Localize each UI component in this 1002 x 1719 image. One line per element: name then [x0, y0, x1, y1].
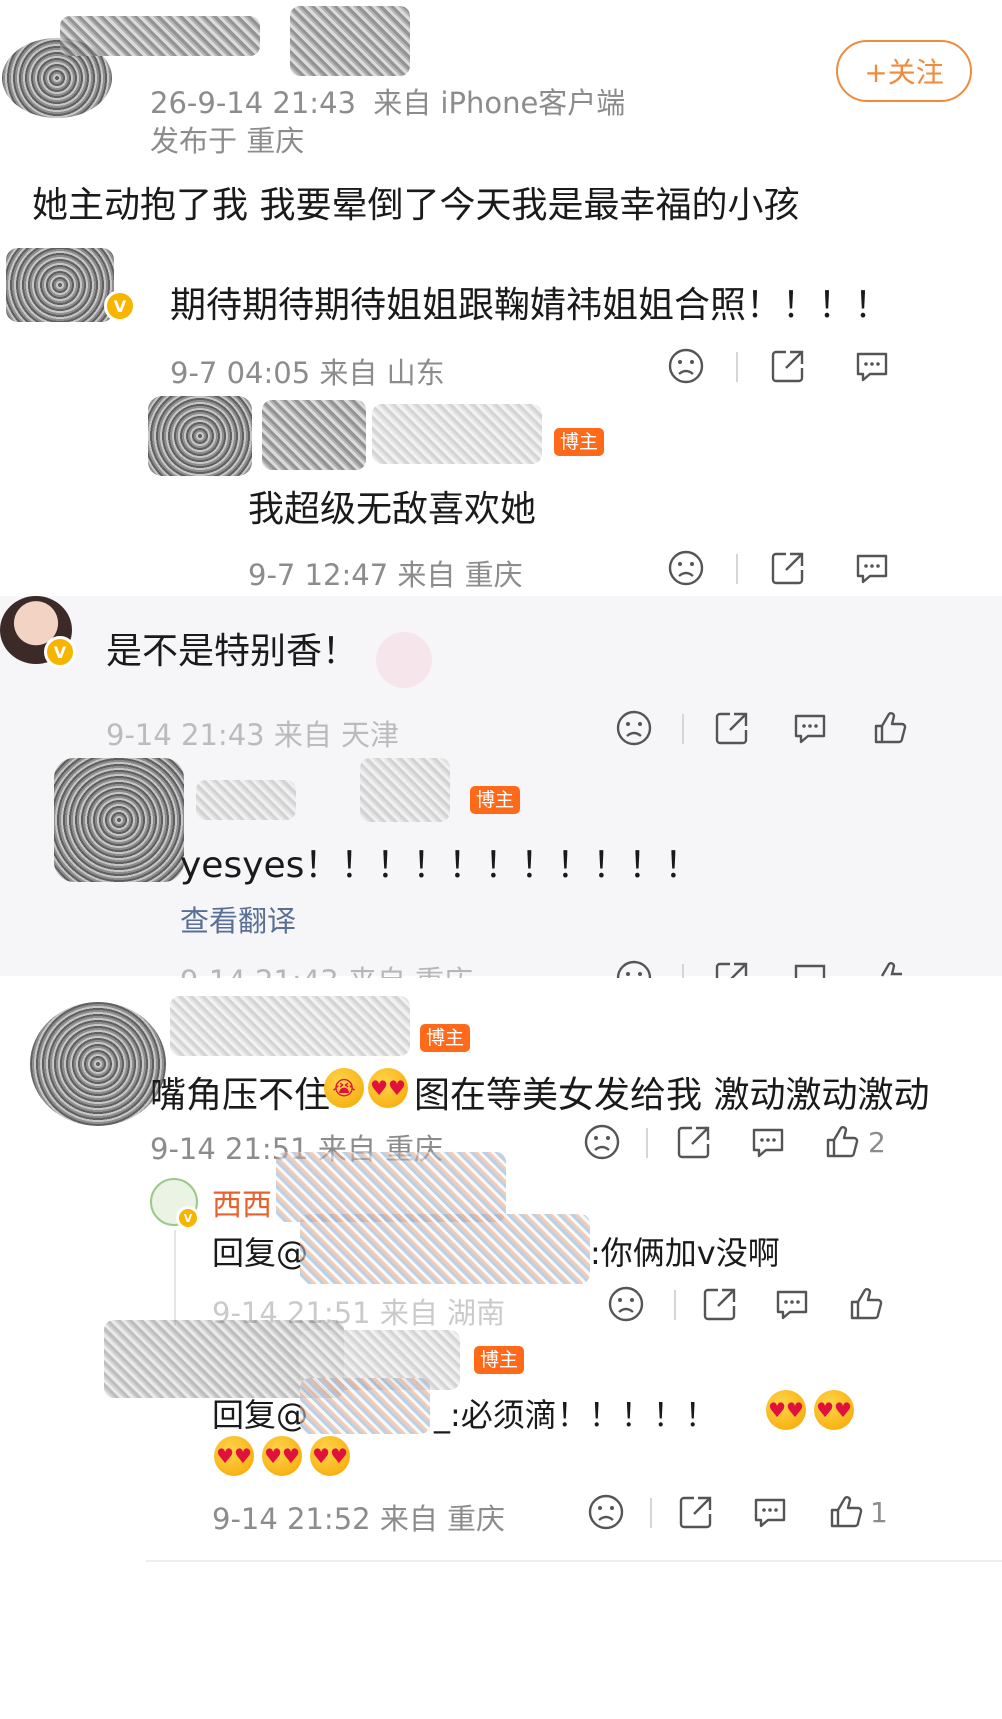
share-icon[interactable]: [712, 958, 752, 978]
like-icon[interactable]: [846, 1284, 886, 1324]
reply-text-prefix: 回复@: [212, 1234, 309, 1272]
sad-face-icon[interactable]: [586, 1492, 626, 1532]
post-source: 来自 iPhone客户端: [373, 86, 626, 120]
bottom-divider: [146, 1560, 1002, 1562]
heart-eyes-emoji-icon: ♥♥: [368, 1068, 408, 1108]
reply-username[interactable]: 西西: [212, 1180, 272, 1224]
like-icon[interactable]: [826, 1492, 866, 1532]
blogger-badge: 博主: [554, 428, 605, 456]
comment-icon[interactable]: [790, 958, 830, 978]
heart-eyes-emoji-icon: ♥♥: [814, 1390, 854, 1430]
reply-meta: 9-7 12:47 来自 重庆: [248, 558, 523, 592]
reply-meta: 9-14 21:52 来自 重庆: [212, 1502, 506, 1536]
verified-v-icon: V: [104, 290, 136, 322]
comment-icon[interactable]: [852, 548, 892, 588]
divider: [736, 554, 738, 584]
mention-redacted: [300, 1378, 430, 1434]
reply-meta-row-cut: 9-14 21:43 来自 重庆: [0, 956, 1002, 978]
reply-avatar[interactable]: [54, 758, 184, 882]
blogger-badge: 博主: [420, 1024, 471, 1052]
comment-icon[interactable]: [748, 1122, 788, 1162]
blogger-badge: 博主: [474, 1346, 525, 1374]
comment-text: 是不是特别香！: [106, 631, 359, 672]
comment-icon[interactable]: [790, 708, 830, 748]
reply-text: yesyes！！！！！！！！！！！: [180, 845, 701, 886]
sticker-decoration: [376, 632, 432, 688]
comment-avatar[interactable]: [30, 1002, 166, 1126]
follow-button[interactable]: +关注: [836, 40, 972, 102]
poster-name-redacted-2: [290, 6, 410, 76]
reply-text-prefix: 回复@: [212, 1396, 309, 1434]
share-icon[interactable]: [674, 1122, 714, 1162]
like-icon[interactable]: [822, 1122, 862, 1162]
reply-name-redacted-2: [372, 404, 542, 464]
like-icon[interactable]: [870, 958, 910, 978]
comment-text: 嘴角压不住: [150, 1066, 330, 1118]
weibo-comment-screenshot: 26-9-14 21:43 来自 iPhone客户端 发布于 重庆 +关注 她主…: [0, 0, 1002, 1719]
reply-text: 我超级无敌喜欢她: [248, 489, 537, 530]
translate-link[interactable]: 查看翻译: [180, 898, 296, 940]
like-count: 1: [870, 1496, 888, 1529]
comment-avatar[interactable]: [6, 248, 114, 322]
sad-face-icon[interactable]: [606, 1284, 646, 1324]
poster-name-redacted: [60, 16, 260, 56]
verified-v-icon: V: [176, 1206, 200, 1230]
share-icon[interactable]: [700, 1284, 740, 1324]
heart-eyes-emoji-icon: ♥♥: [766, 1390, 806, 1430]
post-timestamp: 26-9-14 21:43: [150, 86, 356, 120]
heart-eyes-emoji-icon: ♥♥: [262, 1436, 302, 1476]
heart-eyes-emoji-icon: ♥♥: [214, 1436, 254, 1476]
comment-icon[interactable]: [852, 346, 892, 386]
sad-face-icon[interactable]: [614, 958, 654, 978]
sad-face-icon[interactable]: [666, 548, 706, 588]
heart-eyes-emoji-icon: ♥♥: [310, 1436, 350, 1476]
blogger-badge: 博主: [470, 786, 521, 814]
reply-text-suffix: :你俩加v没啊: [590, 1234, 780, 1272]
reply-text-suffix: _:必须滴！！！！！: [434, 1396, 717, 1434]
share-icon[interactable]: [768, 548, 808, 588]
comment-icon[interactable]: [772, 1284, 812, 1324]
comment-text-tail: 图在等美女发给我 激动激动激动: [414, 1075, 930, 1116]
comment-text: 期待期待期待姐姐跟鞠婧祎姐姐合照！！！！: [170, 285, 891, 326]
like-count: 2: [868, 1126, 886, 1159]
post-meta: 26-9-14 21:43 来自 iPhone客户端: [150, 80, 625, 122]
post-location: 发布于 重庆: [150, 124, 305, 158]
reply-avatar[interactable]: [148, 396, 252, 476]
reply-name-redacted: [196, 780, 296, 820]
comment-icon[interactable]: [750, 1492, 790, 1532]
divider: [674, 1290, 676, 1320]
comment-text-head: 嘴角压不住: [150, 1075, 331, 1116]
comment-meta: 9-14 21:43 来自 天津: [106, 718, 400, 752]
cry-emoji-icon: 😭: [324, 1068, 364, 1108]
sad-face-icon[interactable]: [614, 708, 654, 748]
divider: [650, 1498, 652, 1528]
post-text: 她主动抱了我 我要晕倒了今天我是最幸福的小孩: [32, 185, 800, 226]
like-icon[interactable]: [870, 708, 910, 748]
verified-v-icon: V: [44, 636, 76, 668]
divider: [682, 964, 684, 978]
mention-redacted: [300, 1214, 590, 1284]
divider: [736, 352, 738, 382]
comment-meta: 9-7 04:05 来自 山东: [170, 356, 445, 390]
sad-face-icon[interactable]: [582, 1122, 622, 1162]
reply-meta: 9-14 21:43 来自 重庆: [180, 958, 473, 978]
share-icon[interactable]: [676, 1492, 716, 1532]
reply-name-redacted-2: [360, 758, 450, 822]
thread-line: [174, 1230, 176, 1326]
reply-name-redacted: [276, 1152, 506, 1222]
divider: [646, 1128, 648, 1158]
share-icon[interactable]: [712, 708, 752, 748]
reply-name-redacted: [262, 400, 366, 470]
comment-name-redacted: [170, 996, 410, 1056]
sad-face-icon[interactable]: [666, 346, 706, 386]
divider: [682, 714, 684, 744]
share-icon[interactable]: [768, 346, 808, 386]
